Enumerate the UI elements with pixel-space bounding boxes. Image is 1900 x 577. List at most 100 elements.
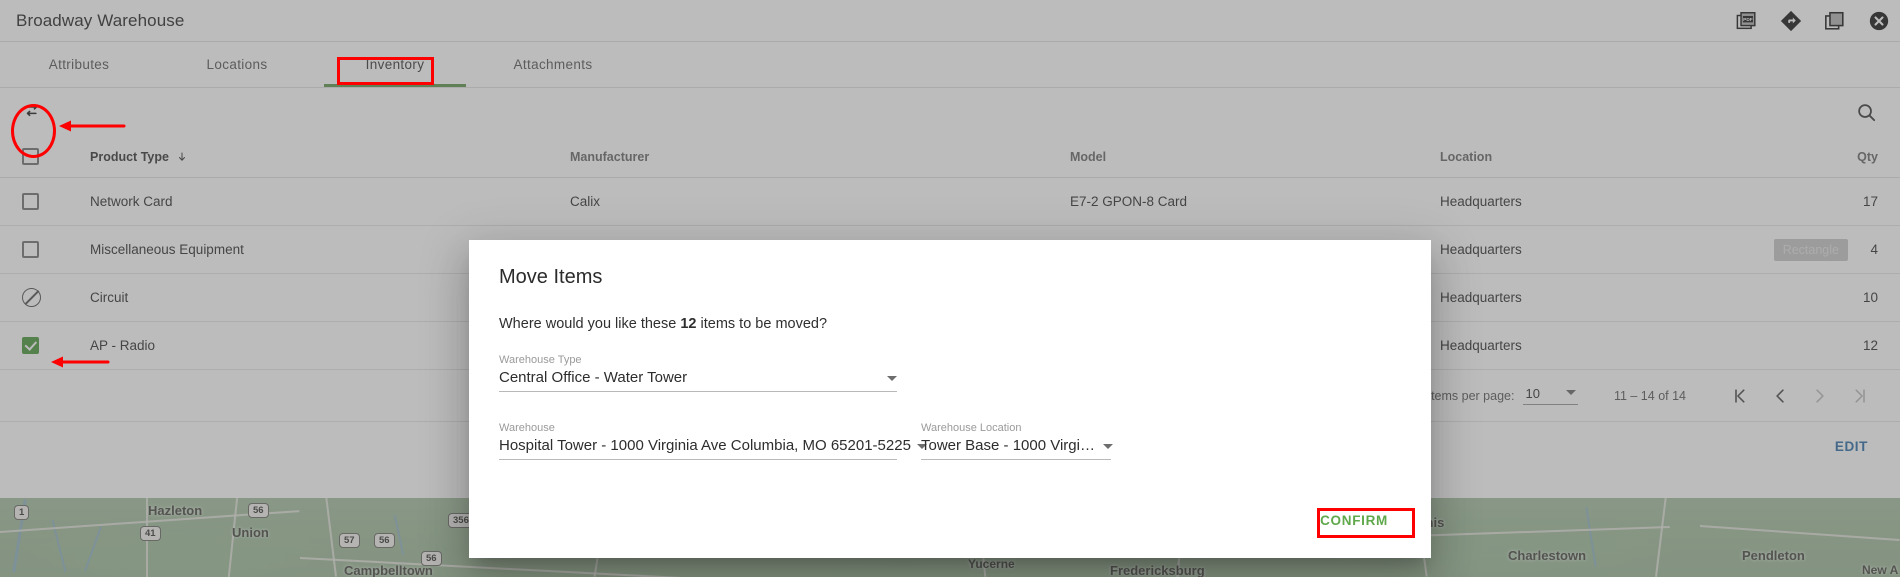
search-icon[interactable] [1852,98,1880,126]
map-place-label: Fredericksburg [1110,563,1205,577]
last-page-icon [1855,388,1865,403]
cell-product-type: Network Card [90,194,173,209]
warehouse-location-select[interactable]: Tower Base - 1000 Virgi… [921,437,1113,460]
sort-descending-icon [178,152,185,161]
warehouse-type-label: Warehouse Type [499,354,582,366]
map-place-label: Pendleton [1742,548,1805,563]
map-place-label: Hazleton [148,503,203,518]
first-page-button[interactable] [1720,376,1760,416]
row-select-cell [22,193,90,210]
column-header-location[interactable]: Location [1440,150,1790,164]
previous-page-button[interactable] [1760,376,1800,416]
tab-locations[interactable]: Locations [158,42,316,87]
warehouse-location-value: Tower Base - 1000 Virgi… [921,437,1095,454]
cell-location: Headquarters [1440,242,1522,257]
toolbar-left-actions [0,98,46,126]
tab-label: Attachments [513,57,593,72]
select-all-checkbox[interactable] [22,148,39,165]
cell-model: E7-2 GPON-8 Card [1070,194,1188,209]
column-header-manufacturer[interactable]: Manufacturer [570,150,1070,164]
column-header-qty-label: Qty [1857,149,1878,164]
row-blocked-icon [22,288,41,307]
question-suffix: items to be moved? [696,316,828,332]
duplicate-icon[interactable] [1824,10,1846,32]
map-river [393,515,405,555]
svg-text:PDF: PDF [1743,17,1753,23]
warehouse-value: Hospital Tower - 1000 Virginia Ave Colum… [499,437,911,454]
column-header-location-label: Location [1440,149,1493,164]
page-range-label: 11 – 14 of 14 [1613,388,1686,403]
cell-location: Headquarters [1440,194,1522,209]
map-place-label: Campbelltown [344,563,433,577]
map-place-label: New A [1862,563,1899,577]
close-icon[interactable] [1868,10,1890,32]
app-root: Hazleton Union Campbelltown Yucerne Frederic… [0,0,1900,577]
cell-location: Headquarters [1440,290,1522,305]
annotation-chip: Rectangle [1773,238,1848,261]
column-header-product-type[interactable]: Product Type [90,150,570,164]
column-header-manufacturer-label: Manufacturer [570,149,650,164]
table-header-row: Product Type Manufacturer Model Location… [0,136,1900,178]
items-per-page-label: Items per page: [1427,388,1515,403]
row-checkbox[interactable] [22,193,39,210]
dialog-row-warehouse-type: Warehouse Type Central Office - Water To… [499,354,1401,392]
next-page-button [1800,376,1840,416]
items-per-page-value: 10 [1525,386,1540,401]
warehouse-type-select[interactable]: Central Office - Water Tower [499,369,897,392]
dialog-title: Move Items [499,266,603,288]
warehouse-location-field[interactable]: Warehouse Location Tower Base - 1000 Vir… [921,422,1113,460]
chevron-down-icon [887,376,897,381]
warehouse-location-label: Warehouse Location [921,422,1022,434]
tab-bar: Attributes Locations Inventory Attachments [0,42,1900,88]
table-row[interactable]: Network Card Calix E7-2 GPON-8 Card Headqua… [0,178,1900,226]
column-header-model-label: Model [1070,149,1107,164]
pdf-icon[interactable]: PDF [1736,10,1758,32]
navigate-icon[interactable] [1780,10,1802,32]
app-header: Broadway Warehouse PDF [0,0,1900,42]
row-checkbox-checked[interactable] [22,337,39,354]
row-select-cell [22,288,90,307]
map-route-shield: 1 [14,505,30,520]
map-place-label: Charlestown [1508,548,1587,563]
row-select-cell [22,241,90,258]
select-all-cell [22,148,90,165]
dialog-actions: CONFIRM [1307,505,1401,536]
question-prefix: Where would you like these [499,316,681,332]
row-select-cell [22,337,90,354]
move-items-dialog: Move Items Where would you like these 12… [469,240,1431,558]
map-road [1699,525,1900,542]
map-river [1585,507,1597,567]
cell-qty: 17 [1862,194,1878,209]
column-header-product-type-label: Product Type [90,149,169,164]
map-place-label: Yucerne [968,557,1015,571]
warehouse-type-value: Central Office - Water Tower [499,369,688,386]
cell-qty: 10 [1862,290,1878,305]
cell-qty: 12 [1862,338,1878,353]
table-toolbar [0,88,1900,136]
warehouse-type-field[interactable]: Warehouse Type Central Office - Water To… [499,354,897,392]
map-road [1655,495,1668,577]
row-checkbox[interactable] [22,241,39,258]
previous-page-icon [1776,388,1784,403]
tab-attachments[interactable]: Attachments [474,42,632,87]
page-title: Broadway Warehouse [16,10,185,30]
column-header-qty[interactable]: Qty [1790,150,1900,164]
confirm-button[interactable]: CONFIRM [1307,505,1401,536]
map-route-shield: 41 [140,526,161,541]
warehouse-field[interactable]: Warehouse Hospital Tower - 1000 Virginia… [499,422,927,460]
first-page-icon [1735,388,1745,403]
map-river [83,526,103,572]
next-page-icon [1816,388,1824,403]
tab-label: Inventory [365,57,425,72]
map-route-shield: 57 [339,533,360,548]
column-header-model[interactable]: Model [1070,150,1440,164]
swap-horizontal-icon[interactable] [18,98,46,126]
items-per-page-select[interactable]: 10 [1523,386,1578,405]
tab-attributes[interactable]: Attributes [0,42,158,87]
chevron-down-icon [1102,444,1113,449]
warehouse-select[interactable]: Hospital Tower - 1000 Virginia Ave Colum… [499,437,927,460]
map-route-shield: 56 [248,503,269,518]
edit-button[interactable]: EDIT [1825,433,1878,460]
tab-label: Locations [206,57,268,72]
tab-inventory[interactable]: Inventory [316,42,474,87]
